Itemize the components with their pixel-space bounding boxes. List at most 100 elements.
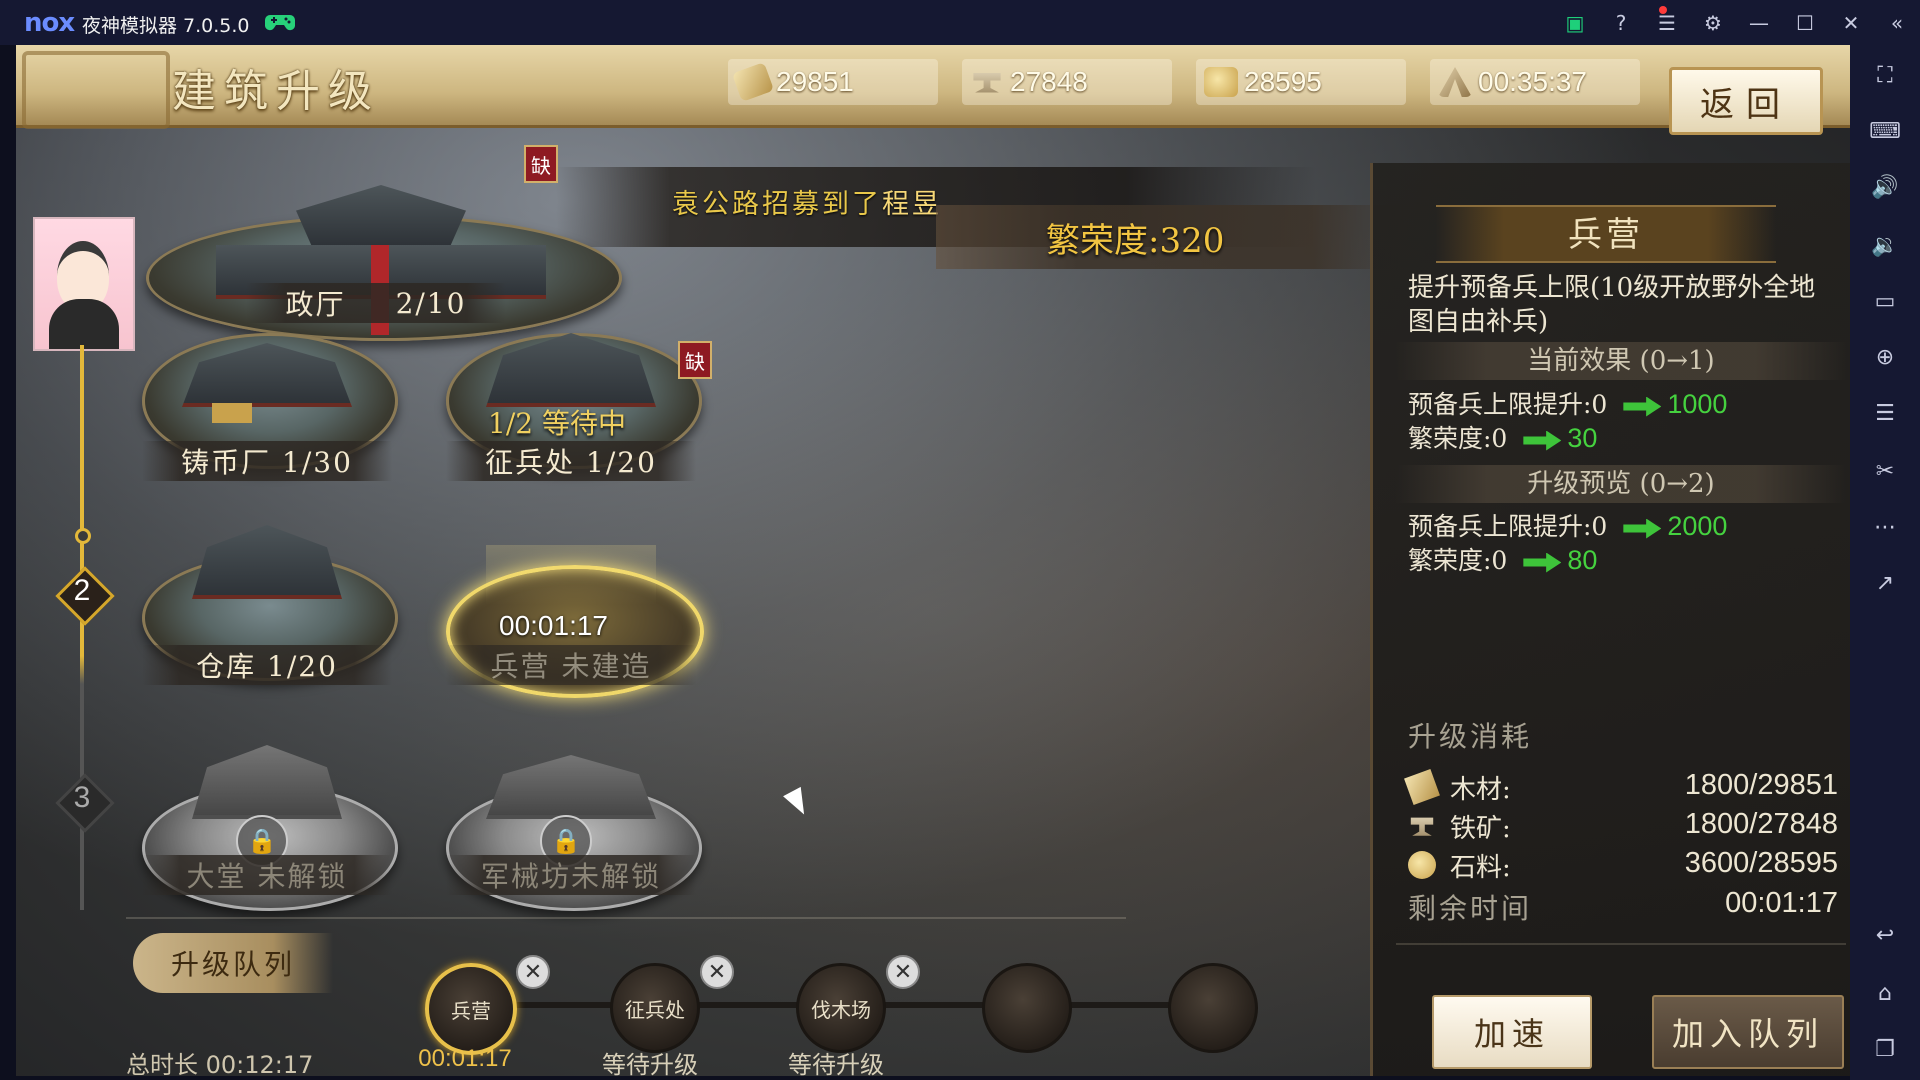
- menu-icon[interactable]: ☰: [1644, 0, 1690, 45]
- warehouse-roof: [192, 525, 342, 599]
- green-arrow-icon: [1523, 552, 1562, 573]
- install-apk-icon[interactable]: ⊕: [1850, 337, 1920, 377]
- volume-down-icon[interactable]: 🔉: [1850, 225, 1920, 265]
- close-icon[interactable]: ✕: [1828, 0, 1874, 45]
- queue-slot-2[interactable]: 征兵处: [610, 963, 700, 1053]
- iron-icon: [973, 73, 1001, 93]
- remaining-time: 剩余时间 00:01:17: [1408, 887, 1838, 927]
- gamepad-icon[interactable]: [264, 9, 296, 33]
- recruit-prefix: 袁公路招募到了: [672, 189, 882, 220]
- queue-slot-name: 征兵处: [625, 998, 685, 1022]
- emulator-sidebar: ⛶ ⌨ 🔊 🔉 ▭ ⊕ ☰ ✂ ⋯ ↗ ↩ ⌂ ❐: [1850, 45, 1920, 1080]
- stone-icon: [1408, 851, 1436, 879]
- locked-hall-roof: [192, 745, 342, 819]
- maximize-icon[interactable]: ☐: [1782, 0, 1828, 45]
- preview-effect-row: 预备兵上限提升:0 2000: [1408, 507, 1727, 543]
- hall-level: 2/10: [395, 286, 467, 320]
- hall-roof: [296, 185, 466, 249]
- locked-armory-label: 军械坊未解锁: [446, 855, 696, 895]
- screenshot-icon[interactable]: ✂: [1850, 451, 1920, 491]
- stone-value: 28595: [1244, 66, 1322, 97]
- minimize-icon[interactable]: —: [1736, 0, 1782, 45]
- preview-header: 升级预览 (0→2): [1396, 465, 1846, 503]
- speed-up-button[interactable]: 加速: [1432, 995, 1592, 1069]
- remaining-time-label: 剩余时间: [1408, 892, 1533, 925]
- iron-icon: [1410, 817, 1434, 836]
- current-effect-header: 当前效果 (0→1): [1396, 342, 1846, 380]
- cost-label: 铁矿:: [1450, 814, 1511, 844]
- effect-new-value: 80: [1567, 545, 1598, 575]
- collapse-sidebar-icon[interactable]: «: [1874, 0, 1920, 45]
- green-arrow-icon: [1523, 430, 1562, 451]
- recruit-message: 袁公路招募到了程昱: [672, 182, 942, 221]
- queue-slot-3[interactable]: 伐木场: [796, 963, 886, 1053]
- remove-queue-1-icon[interactable]: ✕: [516, 955, 550, 989]
- current-effect-row: 繁荣度:0 30: [1408, 419, 1597, 455]
- conscription-label: 征兵处 1/20: [446, 441, 696, 481]
- help-icon[interactable]: ?: [1598, 0, 1644, 45]
- settings-icon[interactable]: ⚙: [1690, 0, 1736, 45]
- queue-slot-5-empty[interactable]: [1168, 963, 1258, 1053]
- cost-value: 1800/29851: [1684, 769, 1838, 801]
- queue-slot-1-status: 00:01:17: [418, 1045, 512, 1072]
- app-store-icon[interactable]: ▣: [1552, 0, 1598, 45]
- prosperity-value: 繁荣度:320: [1046, 221, 1225, 261]
- hall-missing-tag: 缺: [524, 145, 558, 183]
- keyboard-icon[interactable]: ⌨: [1850, 111, 1920, 151]
- emulator-title: 夜神模拟器 7.0.5.0: [82, 15, 250, 37]
- cost-row-stone: 石料: 3600/28595: [1408, 847, 1838, 883]
- timer-icon: [1438, 67, 1472, 97]
- volume-up-icon[interactable]: 🔊: [1850, 167, 1920, 207]
- level-3-number: 3: [73, 781, 91, 814]
- join-queue-button[interactable]: 加入队列: [1652, 995, 1844, 1069]
- remove-queue-2-icon[interactable]: ✕: [700, 955, 734, 989]
- locked-armory-roof: [486, 755, 656, 819]
- warehouse-label: 仓库 1/20: [142, 645, 392, 685]
- effect-new-value: 30: [1567, 423, 1598, 453]
- hall-label: 政厅 2/10: [246, 283, 506, 323]
- queue-slot-2-status: 等待升级: [602, 1051, 698, 1076]
- avatar-body: [49, 299, 119, 349]
- recruit-hero-name: 程昱: [882, 189, 942, 220]
- cost-label: 木材:: [1450, 775, 1511, 805]
- nox-logo: nox: [24, 8, 75, 38]
- queue-slot-name: 伐木场: [811, 998, 871, 1022]
- game-viewport: 建筑升级 29851 27848 28595 00:35:37 返回 袁公路招募…: [16, 45, 1850, 1076]
- panel-title: 兵营: [1568, 215, 1644, 255]
- fullscreen-icon[interactable]: ⛶: [1850, 55, 1920, 95]
- notification-dot: [1659, 6, 1667, 14]
- cost-value: 1800/27848: [1684, 808, 1838, 840]
- wood-icon: [731, 62, 775, 102]
- iron-value: 27848: [1010, 66, 1088, 97]
- home-icon[interactable]: ⌂: [1850, 973, 1920, 1013]
- queue-slot-1[interactable]: 兵营: [425, 963, 517, 1055]
- queue-slot-4-empty[interactable]: [982, 963, 1072, 1053]
- preview-effect-row: 繁荣度:0 80: [1408, 541, 1597, 577]
- remove-queue-3-icon[interactable]: ✕: [886, 955, 920, 989]
- title-ornament: [22, 51, 170, 129]
- timeline-marker: [75, 528, 91, 544]
- locked-hall-label: 大堂 未解锁: [142, 855, 392, 895]
- effect-label: 繁荣度:0: [1408, 424, 1508, 453]
- conscription-missing-tag: 缺: [678, 341, 712, 379]
- barracks-label: 兵营 未建造: [446, 645, 696, 685]
- back-icon[interactable]: ↩: [1850, 915, 1920, 955]
- recent-apps-icon[interactable]: ❐: [1850, 1029, 1920, 1069]
- cost-row-wood: 木材: 1800/29851: [1404, 769, 1838, 805]
- multi-instance-icon[interactable]: ☰: [1850, 393, 1920, 433]
- page-title: 建筑升级: [172, 66, 380, 117]
- back-button[interactable]: 返回: [1669, 67, 1823, 135]
- share-icon[interactable]: ↗: [1850, 563, 1920, 603]
- top-bar: 建筑升级 29851 27848 28595 00:35:37: [16, 45, 1850, 129]
- cost-header: 升级消耗: [1408, 720, 1533, 753]
- queue-slot-3-status: 等待升级: [788, 1051, 884, 1076]
- cost-row-iron: 铁矿: 1800/27848: [1408, 808, 1838, 844]
- level-2-number: 2: [73, 574, 91, 607]
- current-effect-row: 预备兵上限提升:0 1000: [1408, 385, 1727, 421]
- player-avatar[interactable]: [33, 217, 135, 351]
- wood-resource: 29851: [728, 59, 938, 105]
- barracks-timer: 00:01:17: [499, 610, 608, 641]
- screen-icon[interactable]: ▭: [1850, 281, 1920, 321]
- effect-new-value: 2000: [1667, 511, 1728, 541]
- more-icon[interactable]: ⋯: [1850, 507, 1920, 547]
